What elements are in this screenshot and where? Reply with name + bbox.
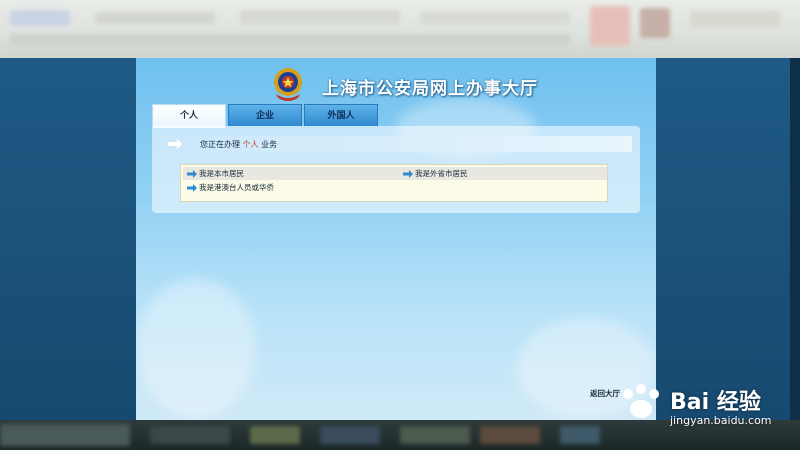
option-local-resident[interactable]: 我是本市居民 [187, 168, 244, 180]
arrow-bullet-icon [187, 184, 197, 192]
option-hk-macau-taiwan[interactable]: 我是港澳台人员或华侨 [187, 182, 274, 194]
paw-logo-icon [623, 384, 659, 418]
tab-foreigner[interactable]: 外国人 [304, 104, 378, 126]
service-highlight: 个人 [242, 140, 259, 149]
left-margin [0, 58, 136, 420]
baidu-jingyan-watermark: Bai 经验 jingyan.baidu.com [612, 380, 792, 430]
blurred-browser-chrome [0, 0, 800, 58]
watermark-brand: Bai 经验 [670, 390, 761, 415]
current-service-bar: 您正在办理 个人 业务 [160, 136, 632, 152]
service-panel: 您正在办理 个人 业务 我是本市居民 我是外省市居民 我是港澳台人员或华侨 [152, 126, 640, 213]
tab-personal[interactable]: 个人 [152, 104, 226, 128]
arrow-bullet-icon [187, 170, 197, 178]
options-row-highlight [183, 167, 607, 180]
tab-enterprise[interactable]: 企业 [228, 104, 302, 126]
service-prefix: 您正在办理 [200, 140, 240, 149]
arrow-bullet-icon [403, 170, 413, 178]
current-service-text: 您正在办理 个人 业务 [200, 139, 277, 150]
site-title: 上海市公安局网上办事大厅 [322, 79, 538, 99]
option-label: 我是外省市居民 [415, 169, 468, 178]
option-label: 我是港澳台人员或华侨 [199, 183, 274, 192]
right-margin [656, 58, 800, 420]
option-other-province-resident[interactable]: 我是外省市居民 [403, 168, 468, 180]
arrow-right-icon [168, 139, 182, 149]
option-label: 我是本市居民 [199, 169, 244, 178]
service-suffix: 业务 [261, 140, 278, 149]
scrollbar-strip[interactable] [790, 58, 800, 420]
watermark-url: jingyan.baidu.com [670, 414, 772, 427]
main-page: 上海市公安局网上办事大厅 个人 企业 外国人 您正在办理 个人 业务 我是本市居… [136, 58, 656, 420]
site-header: 上海市公安局网上办事大厅 [136, 58, 656, 104]
police-emblem-icon [274, 68, 302, 101]
resident-options: 我是本市居民 我是外省市居民 我是港澳台人员或华侨 [180, 164, 608, 202]
